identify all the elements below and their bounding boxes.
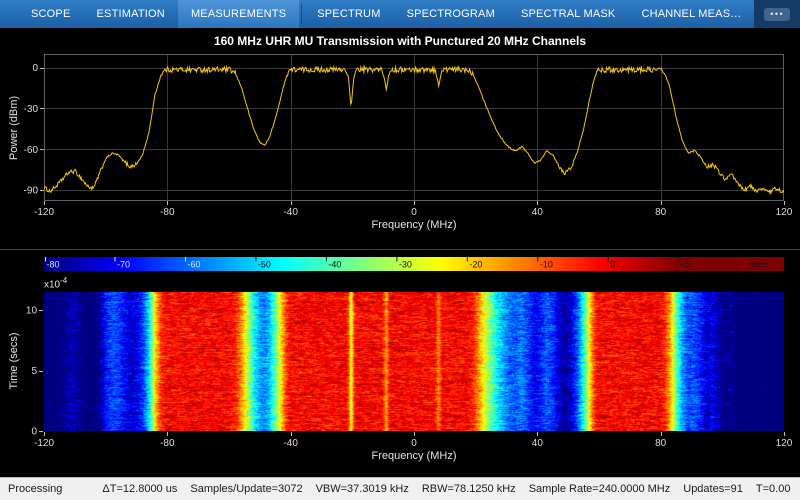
tab-group-divider (301, 4, 302, 24)
tab-scope[interactable]: SCOPE (18, 0, 84, 28)
status-item: Sample Rate=240.0000 MHz (529, 483, 671, 495)
tab-spectrogram[interactable]: SPECTROGRAM (394, 0, 508, 28)
status-item: RBW=78.1250 kHz (422, 483, 516, 495)
spectrum-panel: 160 MHz UHR MU Transmission with Punctur… (0, 28, 800, 249)
toolbar-overflow-button[interactable]: ••• (754, 0, 800, 28)
status-item: ΔT=12.8000 us (102, 483, 177, 495)
tab-channel-measurements[interactable]: CHANNEL MEAS… (628, 0, 754, 28)
status-state: Processing (8, 483, 62, 495)
spectrogram-panel: x10-4 Time (secs) Frequency (MHz) (0, 249, 800, 477)
status-item: Updates=91 (683, 483, 743, 495)
spectrum-plot-canvas (0, 28, 800, 249)
tab-spectrum[interactable]: SPECTRUM (304, 0, 393, 28)
tab-measurements[interactable]: MEASUREMENTS (178, 0, 299, 28)
spectrum-analyzer-window: SCOPE ESTIMATION MEASUREMENTS SPECTRUM S… (0, 0, 800, 500)
spectrogram-axes-canvas (0, 250, 800, 477)
spectrogram-y-axis-label: Time (secs) (8, 332, 20, 389)
tab-spectral-mask[interactable]: SPECTRAL MASK (508, 0, 629, 28)
status-bar: Processing ΔT=12.8000 us Samples/Update=3… (0, 477, 800, 500)
spectrum-title: 160 MHz UHR MU Transmission with Punctur… (0, 34, 800, 48)
status-item: Samples/Update=3072 (190, 483, 302, 495)
toolbar: SCOPE ESTIMATION MEASUREMENTS SPECTRUM S… (0, 0, 800, 28)
tab-estimation[interactable]: ESTIMATION (84, 0, 178, 28)
status-measurements: ΔT=12.8000 us Samples/Update=3072 VBW=37.3… (102, 483, 800, 495)
ellipsis-icon: ••• (764, 8, 790, 21)
spectrum-y-axis-label: Power (dBm) (8, 96, 20, 160)
spectrum-x-axis-label: Frequency (MHz) (44, 219, 784, 231)
spectrogram-x-axis-label: Frequency (MHz) (44, 450, 784, 462)
status-item: T=0.00 (756, 483, 791, 495)
status-item: VBW=37.3019 kHz (316, 483, 409, 495)
